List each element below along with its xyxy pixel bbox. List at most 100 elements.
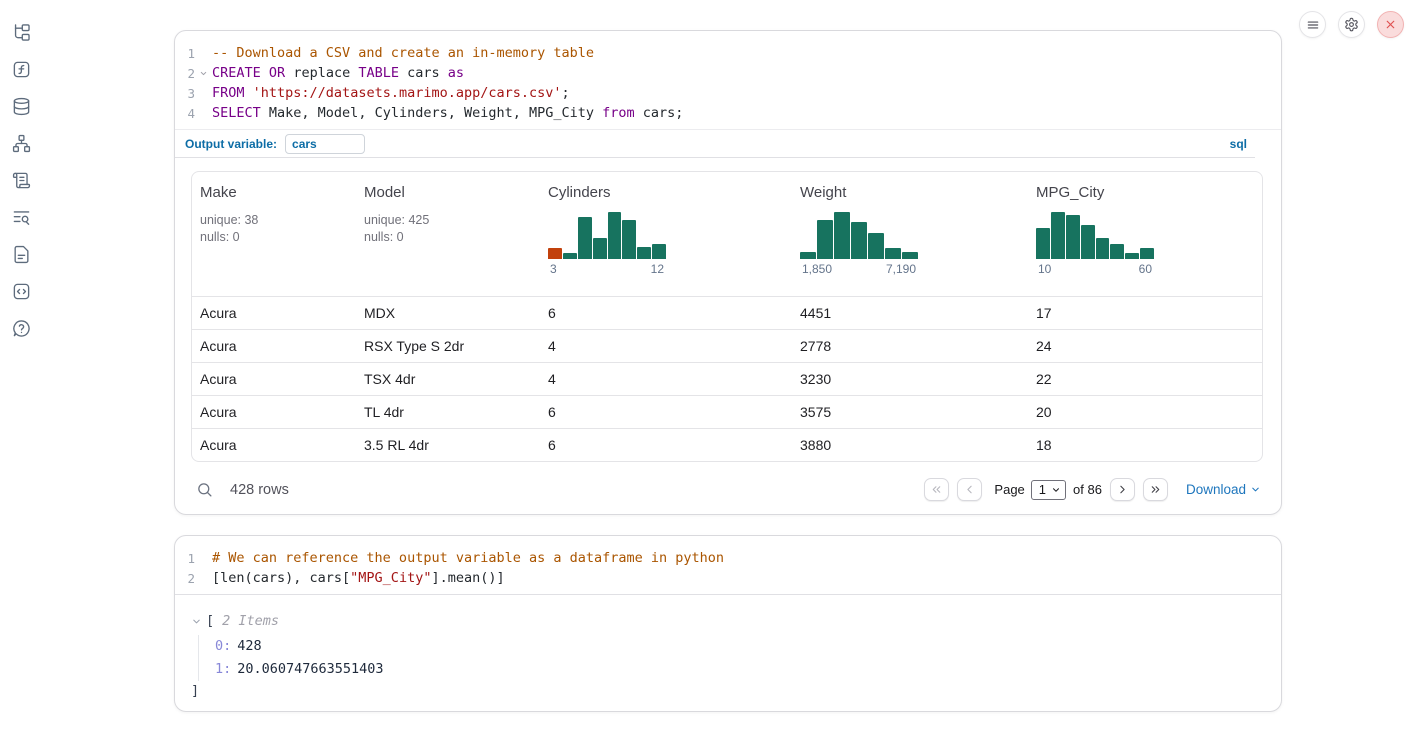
table-cell: 6 [540, 305, 792, 321]
histogram-bar[interactable] [593, 238, 607, 259]
column-title: Model [364, 184, 532, 201]
histogram-bar[interactable] [622, 220, 636, 259]
table-row[interactable]: Acura3.5 RL 4dr6388018 [192, 428, 1262, 461]
histogram-bar[interactable] [817, 220, 833, 259]
table-row[interactable]: AcuraRSX Type S 2dr4277824 [192, 329, 1262, 362]
hist-min-label: 10 [1038, 262, 1051, 276]
column-header-weight[interactable]: Weight 1,850 7,190 [792, 172, 1028, 296]
first-page-button[interactable] [924, 478, 949, 501]
table-row[interactable]: AcuraTL 4dr6357520 [192, 395, 1262, 428]
python-cell: 1# We can reference the output variable … [174, 535, 1282, 712]
fold-chevron-icon[interactable] [195, 69, 212, 78]
settings-button[interactable] [1338, 11, 1365, 38]
histogram-bar[interactable] [1140, 248, 1154, 259]
weight-histogram[interactable]: 1,850 7,190 [800, 209, 918, 276]
next-page-button[interactable] [1110, 478, 1135, 501]
table-cell: Acura [192, 404, 356, 420]
datasources-icon[interactable] [12, 96, 32, 116]
collapse-chevron-icon[interactable] [191, 616, 202, 627]
code-line[interactable]: 4SELECT Make, Model, Cylinders, Weight, … [175, 103, 1281, 123]
dependency-graph-icon[interactable] [12, 133, 32, 153]
histogram-bar[interactable] [1096, 238, 1110, 259]
data-table: Make unique: 38 nulls: 0 Model unique: 4… [191, 171, 1263, 462]
table-row[interactable]: AcuraMDX6445117 [192, 296, 1262, 329]
logs-icon[interactable] [12, 170, 32, 190]
column-header-mpg-city[interactable]: MPG_City 10 60 [1028, 172, 1262, 296]
column-stat-unique: unique: 38 [200, 212, 348, 229]
histogram-bar[interactable] [548, 248, 562, 259]
histogram-bar[interactable] [578, 217, 592, 260]
code-line[interactable]: 2CREATE OR replace TABLE cars as [175, 63, 1281, 83]
table-row[interactable]: AcuraTSX 4dr4323022 [192, 362, 1262, 395]
hist-min-label: 3 [550, 262, 557, 276]
sql-cell: 1 -- Download a CSV and create an in-memo… [174, 30, 1282, 515]
line-number: 2 [175, 66, 195, 81]
column-header-make[interactable]: Make unique: 38 nulls: 0 [192, 172, 356, 296]
table-body: AcuraMDX6445117AcuraRSX Type S 2dr427782… [192, 296, 1262, 461]
histogram-bar[interactable] [608, 212, 622, 260]
last-page-button[interactable] [1143, 478, 1168, 501]
code-line[interactable]: 1-- Download a CSV and create an in-memo… [175, 43, 1281, 63]
column-title: Cylinders [548, 184, 784, 201]
python-code-editor[interactable]: 1# We can reference the output variable … [175, 536, 1281, 594]
table-cell: 6 [540, 437, 792, 453]
column-header-cylinders[interactable]: Cylinders 3 12 [540, 172, 792, 296]
download-button[interactable]: Download [1186, 482, 1261, 497]
code-text: -- Download a CSV and create an in-memor… [212, 45, 594, 61]
row-count: 428 rows [230, 482, 289, 498]
table-cell: Acura [192, 338, 356, 354]
histogram-bar[interactable] [851, 222, 867, 260]
histogram-bar[interactable] [902, 252, 918, 260]
column-stat-nulls: nulls: 0 [364, 229, 532, 246]
page-select-value: 1 [1039, 482, 1046, 497]
output-variable-input[interactable] [285, 134, 365, 154]
shutdown-button[interactable] [1377, 11, 1404, 38]
code-text: [len(cars), cars["MPG_City"].mean()] [212, 570, 505, 586]
text-search-icon[interactable] [12, 207, 32, 227]
code-line[interactable]: 2[len(cars), cars["MPG_City"].mean()] [175, 568, 1281, 588]
column-header-model[interactable]: Model unique: 425 nulls: 0 [356, 172, 540, 296]
chevron-down-icon [1250, 484, 1261, 495]
table-cell: 3230 [792, 371, 1028, 387]
cylinders-histogram[interactable]: 3 12 [548, 209, 666, 276]
histogram-bar[interactable] [868, 233, 884, 259]
histogram-bar[interactable] [1036, 228, 1050, 259]
page-select[interactable]: 1 [1031, 480, 1066, 500]
histogram-bar[interactable] [1051, 212, 1065, 260]
histogram-bar[interactable] [1066, 215, 1080, 259]
mpg-city-histogram[interactable]: 10 60 [1036, 209, 1154, 276]
code-line[interactable]: 1# We can reference the output variable … [175, 548, 1281, 568]
code-line[interactable]: 3FROM 'https://datasets.marimo.app/cars.… [175, 83, 1281, 103]
column-stat-unique: unique: 425 [364, 212, 532, 229]
histogram-bar[interactable] [834, 212, 850, 260]
variables-icon[interactable] [12, 59, 32, 79]
prev-page-button[interactable] [957, 478, 982, 501]
file-explorer-icon[interactable] [12, 22, 32, 42]
table-cell: MDX [356, 305, 540, 321]
helper-panel-sidebar [0, 0, 44, 729]
sql-code-editor[interactable]: 1-- Download a CSV and create an in-memo… [175, 31, 1281, 129]
histogram-bar[interactable] [563, 253, 577, 259]
help-icon[interactable] [12, 318, 32, 338]
histogram-bar[interactable] [637, 247, 651, 260]
table-cell: 4 [540, 338, 792, 354]
column-title: Weight [800, 184, 1020, 201]
code-text: SELECT Make, Model, Cylinders, Weight, M… [212, 105, 683, 121]
histogram-bar[interactable] [1125, 253, 1139, 260]
table-cell: 2778 [792, 338, 1028, 354]
histogram-bar[interactable] [885, 248, 901, 259]
histogram-bar[interactable] [1081, 225, 1095, 259]
download-label: Download [1186, 482, 1246, 497]
table-cell: TL 4dr [356, 404, 540, 420]
histogram-bar[interactable] [1110, 244, 1124, 259]
histogram-bar[interactable] [800, 252, 816, 260]
chevron-right-icon [1116, 483, 1129, 496]
documentation-icon[interactable] [12, 244, 32, 264]
notebook-controls [1299, 11, 1404, 38]
snippets-icon[interactable] [12, 281, 32, 301]
table-cell: 22 [1028, 371, 1262, 387]
menu-button[interactable] [1299, 11, 1326, 38]
histogram-bar[interactable] [652, 244, 666, 259]
search-icon[interactable] [196, 481, 213, 498]
list-item: 0:428 [215, 635, 1265, 658]
